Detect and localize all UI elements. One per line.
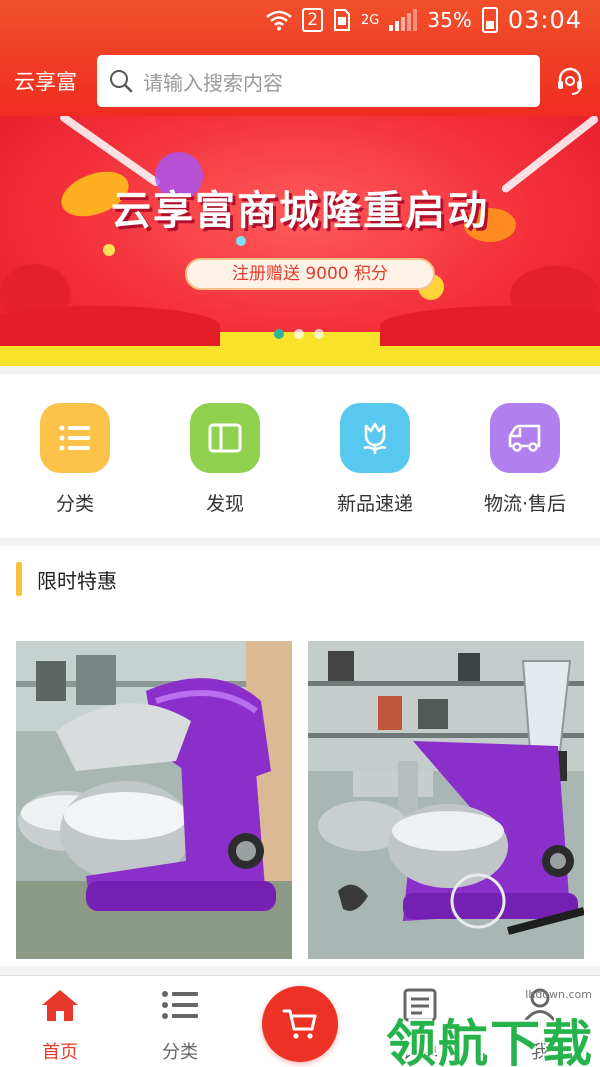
status-bar: 2 2G 35% 03:04 — [0, 0, 600, 44]
cart-icon — [282, 1009, 317, 1039]
cart-button[interactable] — [262, 986, 338, 1062]
banner-title: 云享富商城隆重启动 — [111, 188, 489, 234]
section-header: 限时特惠 — [16, 562, 117, 596]
quick-nav: 分类 发现 新品速递 物流·售后 — [0, 374, 600, 538]
pagination-dot[interactable] — [314, 329, 324, 339]
bottom-tab-bar: 首页 分类 订单 我 lhdown.com 领航下载 — [0, 975, 600, 1067]
pagination-dot[interactable] — [294, 329, 304, 339]
promo-banner[interactable]: 云享富商城隆重启动 注册赠送 9000 积分 — [0, 116, 600, 366]
watermark-url: lhdown.com — [525, 988, 592, 1001]
search-icon — [110, 70, 133, 93]
customer-service-icon[interactable] — [554, 65, 586, 97]
signal-icon — [389, 9, 418, 31]
search-header: 云享富 请输入搜索内容 — [0, 52, 600, 108]
watermark: 领航下载 — [386, 1015, 594, 1067]
tab-home[interactable]: 首页 — [10, 988, 110, 1064]
banner-decoration — [0, 306, 220, 346]
tab-category[interactable]: 分类 — [130, 988, 230, 1064]
search-input[interactable]: 请输入搜索内容 — [97, 55, 540, 107]
limited-offer-section: 限时特惠 — [0, 546, 600, 966]
purple-stand-mixer-accessories-photo — [308, 641, 584, 959]
quick-nav-discover[interactable]: 发现 — [150, 374, 300, 538]
tab-label: 分类 — [162, 1042, 198, 1063]
book-icon — [190, 403, 260, 473]
quick-nav-logistics[interactable]: 物流·售后 — [450, 374, 600, 538]
pagination-dot[interactable] — [274, 329, 284, 339]
product-card[interactable] — [308, 641, 584, 959]
clock: 03:04 — [507, 6, 582, 34]
banner-decoration — [380, 306, 600, 346]
list-icon — [162, 991, 198, 1019]
home-icon — [42, 990, 78, 1021]
network-type: 2G — [361, 12, 380, 28]
wifi-icon — [266, 10, 292, 31]
sim-card-icon — [334, 9, 351, 31]
truck-icon — [490, 403, 560, 473]
sim-slot-indicator: 2 — [302, 8, 324, 32]
banner-pagination — [274, 329, 324, 339]
banner-decoration — [103, 244, 115, 256]
battery-percent: 35% — [427, 8, 472, 32]
section-title: 限时特惠 — [37, 568, 117, 593]
product-card[interactable] — [16, 641, 292, 959]
quick-nav-category[interactable]: 分类 — [0, 374, 150, 538]
list-icon — [40, 403, 110, 473]
app-header-area: 2 2G 35% 03:04 云享富 请输入搜索内容 — [0, 0, 600, 116]
quick-nav-label: 发现 — [205, 493, 244, 515]
quick-nav-label: 新品速递 — [336, 493, 413, 515]
tulip-icon — [340, 403, 410, 473]
section-accent-bar — [16, 562, 22, 596]
tab-label: 首页 — [42, 1042, 78, 1063]
quick-nav-new-arrivals[interactable]: 新品速递 — [300, 374, 450, 538]
banner-decoration — [236, 236, 246, 246]
battery-icon — [481, 7, 498, 33]
search-placeholder: 请输入搜索内容 — [143, 70, 283, 95]
purple-stand-mixer-photo — [16, 641, 292, 959]
quick-nav-label: 物流·售后 — [483, 493, 567, 515]
banner-subtitle: 注册赠送 9000 积分 — [185, 258, 435, 290]
brand-name[interactable]: 云享富 — [14, 66, 77, 96]
quick-nav-label: 分类 — [55, 493, 94, 515]
